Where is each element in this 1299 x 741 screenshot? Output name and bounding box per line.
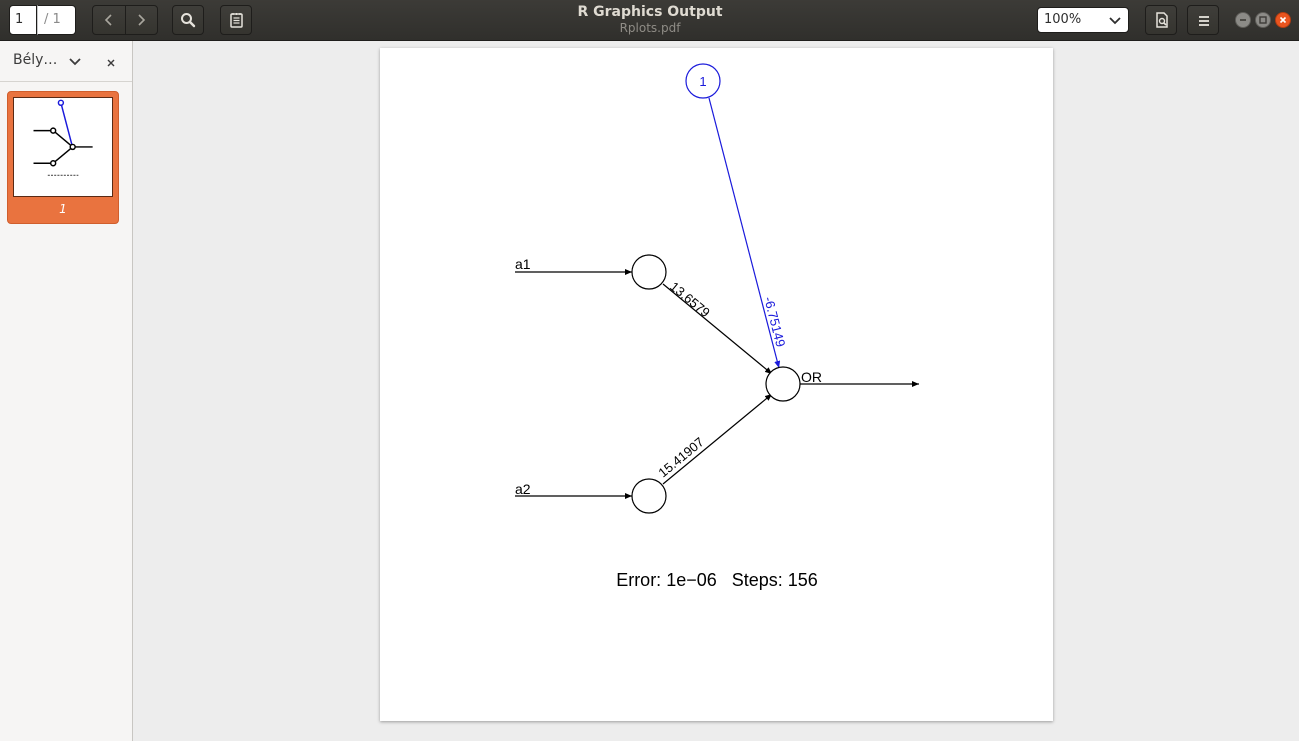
chevron-down-icon[interactable] [68,54,82,73]
input-node-a1 [631,254,667,290]
chevron-down-icon [1108,13,1122,37]
sidebar-header: Bély… [0,41,132,82]
output-node [765,366,801,402]
sidebar-mode-label[interactable]: Bély… [13,52,57,68]
window-subtitle: Rplots.pdf [619,21,681,35]
close-icon[interactable] [105,54,117,73]
edge-a2-to-output [662,393,773,485]
zoom-value: 100% [1044,12,1082,27]
zoom-select[interactable]: 100% [1037,7,1129,33]
input-label-a1: a1 [515,256,531,272]
thumbnail-item[interactable]: 1 [7,91,119,224]
search-button[interactable] [172,5,204,35]
menu-button[interactable] [1187,5,1219,35]
menu-icon [1196,13,1212,33]
maximize-button[interactable] [1255,12,1271,28]
annotations-button[interactable] [220,5,252,35]
thumbnail-page-label: 1 [59,202,67,216]
thumbnail-preview [33,99,93,176]
window-title: R Graphics Output [577,4,723,20]
page-number-input[interactable]: 1 [9,5,37,35]
chevron-right-icon[interactable] [133,12,149,32]
page-nav-group [92,5,158,35]
header-bar: 1 / 1 R Graphics Output Rplots.pdf 100% [0,0,1299,41]
search-icon [180,12,196,32]
neuralnet-plot: -6.75149 1 a1 a2 13.6579 15.41907 OR Err… [515,63,919,590]
thumbnail-page [13,97,113,197]
document-page: -6.75149 1 a1 a2 13.6579 15.41907 OR Err… [380,48,1053,721]
input-label-a2: a2 [515,481,531,497]
weight-label-a1: 13.6579 [667,279,713,320]
window-title-area: R Graphics Output Rplots.pdf [500,4,800,35]
annotations-icon [229,12,245,32]
chevron-left-icon[interactable] [101,12,117,32]
bias-weight-label: -6.75149 [761,295,788,348]
output-label: OR [801,369,822,385]
document-properties-icon [1154,12,1170,32]
bias-node-label: 1 [699,74,706,89]
close-window-button[interactable] [1275,12,1291,28]
document-properties-button[interactable] [1145,5,1177,35]
minimize-button[interactable] [1235,12,1251,28]
page-total-label: / 1 [37,5,76,35]
weight-label-a2: 15.41907 [655,434,706,480]
input-node-a2 [631,478,667,514]
sidebar: Bély… 1 [0,41,133,741]
error-steps-text: Error: 1e−06 Steps: 156 [616,570,818,590]
